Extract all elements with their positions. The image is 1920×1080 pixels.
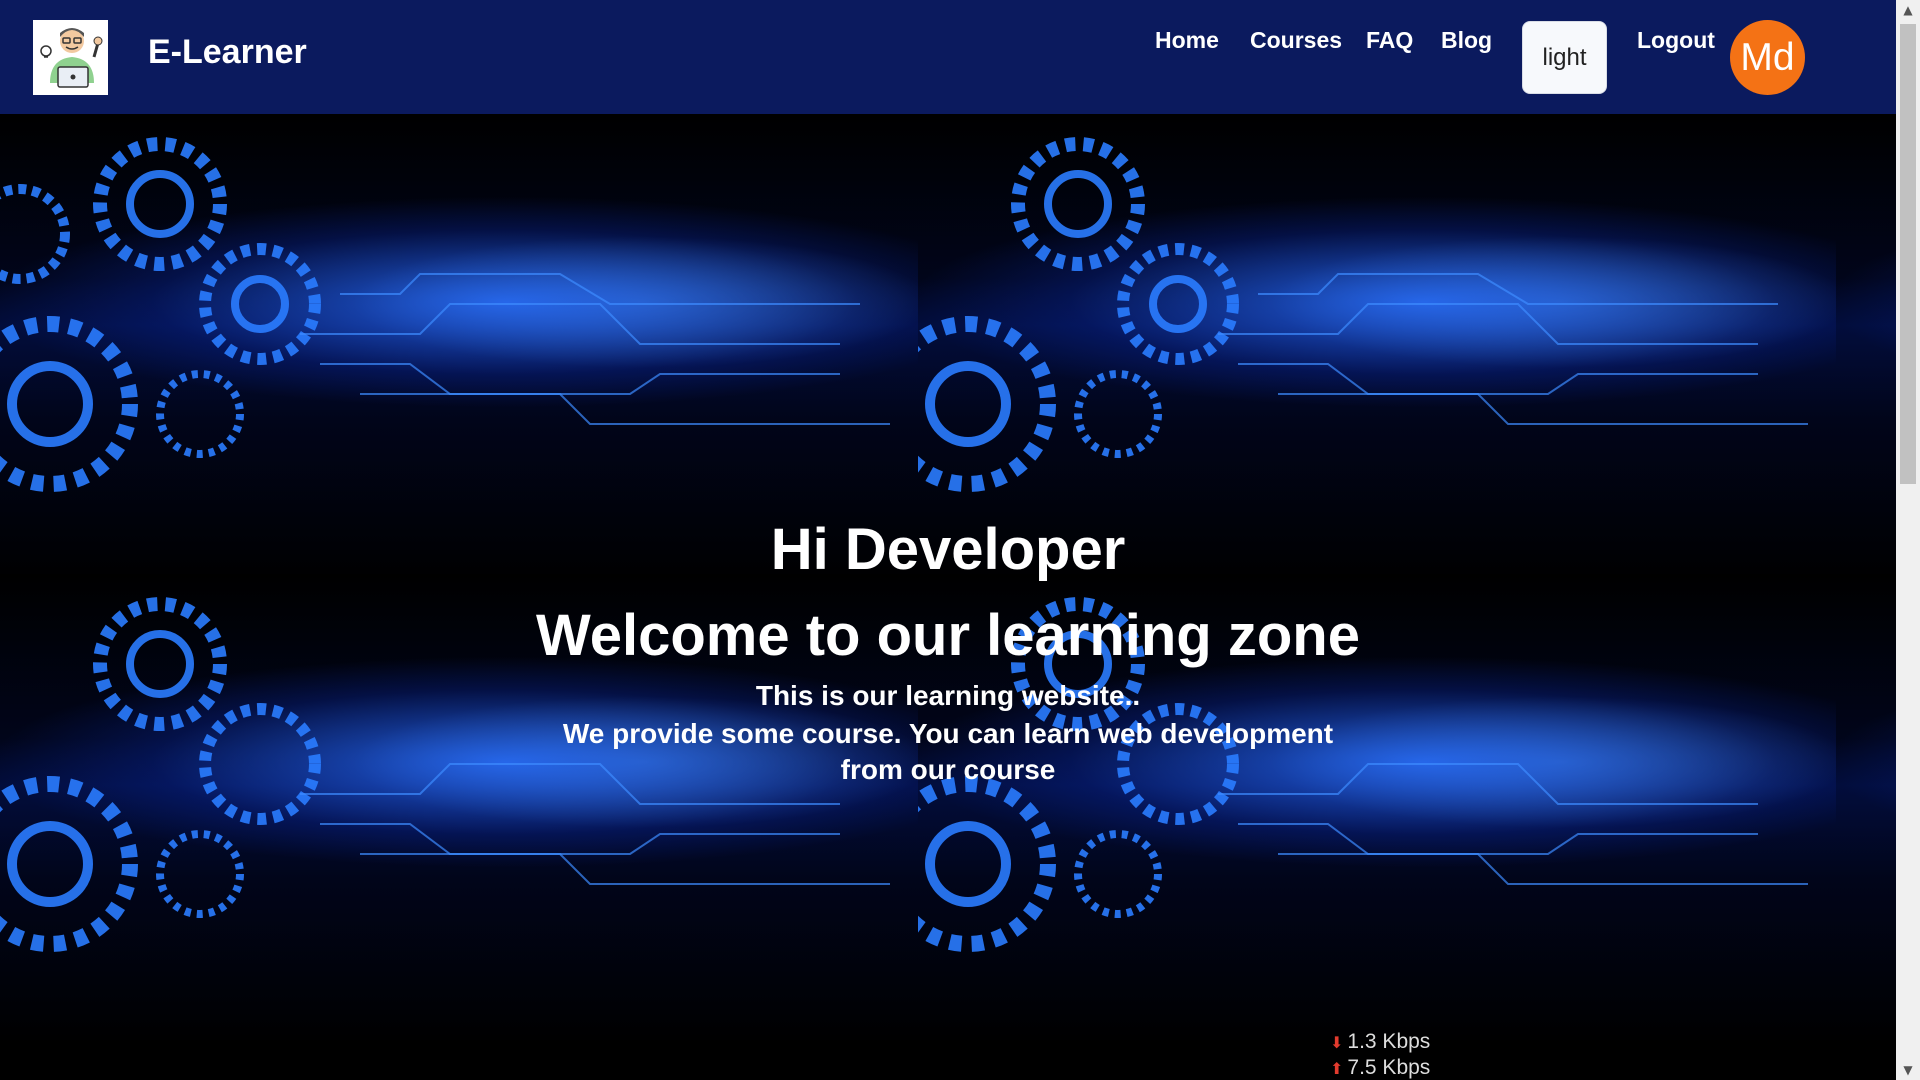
hero-section: Hi Developer Welcome to our learning zon… — [0, 114, 1896, 1080]
download-speed-value: 1.3 Kbps — [1347, 1030, 1431, 1053]
scroll-up-arrow-icon[interactable]: ▲ — [1896, 0, 1920, 20]
hero-background-tile — [0, 114, 918, 584]
gears-circuit-graphic — [0, 137, 890, 492]
upload-speed: ⬆ 7.5 Kbps — [1330, 1056, 1470, 1080]
scrollbar[interactable]: ▲ ▼ — [1896, 0, 1920, 1080]
nav-logout[interactable]: Logout — [1637, 24, 1715, 56]
scroll-down-arrow-icon[interactable]: ▼ — [1896, 1060, 1920, 1080]
hero-description-line3: from our course — [840, 754, 1056, 785]
user-avatar[interactable]: Md — [1730, 20, 1805, 95]
hero-description-line2: We provide some course. You can learn we… — [562, 718, 1334, 749]
upload-speed-value: 7.5 Kbps — [1347, 1056, 1431, 1079]
scroll-thumb[interactable] — [1900, 24, 1916, 484]
nav-faq[interactable]: FAQ — [1366, 24, 1413, 56]
nav-links: Home Courses FAQ Blog Logout — [0, 24, 1896, 64]
hero-background-tile — [1836, 114, 1896, 584]
download-speed: ⬇ 1.3 Kbps — [1330, 1030, 1470, 1054]
hero-description-line1: This is our learning website.. — [755, 680, 1141, 711]
hero-greeting: Hi Developer — [770, 517, 1126, 582]
hero-background-tile — [918, 114, 1836, 584]
arrow-up-icon: ⬆ — [1330, 1061, 1344, 1078]
nav-blog[interactable]: Blog — [1441, 24, 1492, 56]
nav-home[interactable]: Home — [1155, 24, 1219, 56]
arrow-down-icon: ⬇ — [1330, 1035, 1344, 1052]
gears-circuit-graphic — [918, 137, 1808, 492]
nav-courses[interactable]: Courses — [1250, 24, 1342, 56]
navbar: E-Learner Home Courses FAQ Blog Logout l… — [0, 0, 1896, 114]
hero-headline: Welcome to our learning zone — [536, 603, 1360, 668]
theme-toggle-button[interactable]: light — [1522, 21, 1607, 94]
